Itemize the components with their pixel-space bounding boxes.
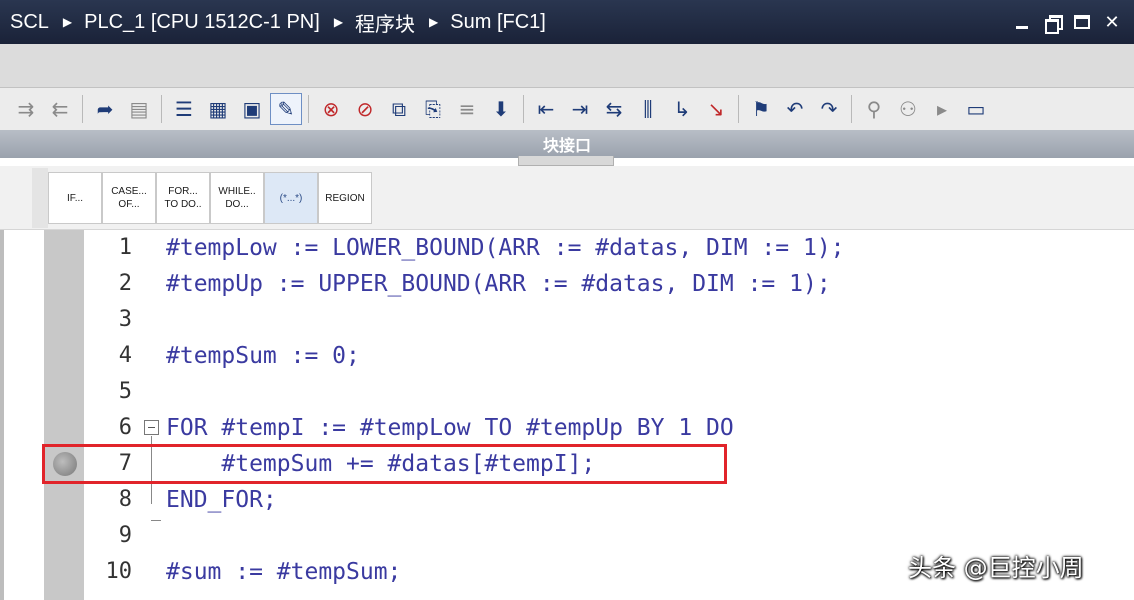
step-out-icon[interactable]: ↘ [700, 93, 732, 125]
chevron-right-icon: ▶ [333, 15, 344, 29]
clear-breakpoint-icon[interactable]: ⊗ [315, 93, 347, 125]
flag-icon[interactable]: ⚑ [745, 93, 777, 125]
insert-network-icon[interactable]: ⇉ [10, 93, 42, 125]
delete-network-icon[interactable]: ⇇ [44, 93, 76, 125]
minimize-icon [1016, 25, 1028, 29]
watermark: 头条 @巨控小周 [908, 554, 1084, 582]
indent-right-icon[interactable]: ⇥ [564, 93, 596, 125]
maximize-icon [1074, 15, 1090, 29]
line-number: 5 [118, 379, 132, 404]
window-controls: ✕ [1012, 12, 1134, 34]
step-icon[interactable]: ↳ [666, 93, 698, 125]
line-number: 4 [118, 343, 132, 368]
breadcrumb-block[interactable]: Sum [FC1] [450, 11, 546, 34]
more-icon[interactable]: ▸ [926, 93, 958, 125]
copy-icon[interactable]: ⧉ [383, 93, 415, 125]
upper-panel [0, 44, 1134, 88]
code-text[interactable]: #tempSum := 0; [166, 338, 360, 374]
next-error-icon[interactable]: ↷ [813, 93, 845, 125]
restore-icon [1045, 15, 1063, 34]
comment-icon[interactable]: ⇆ [598, 93, 630, 125]
code-text[interactable]: FOR #tempI := #tempLow TO #tempUp BY 1 D… [166, 410, 734, 446]
line-number: 6 [118, 415, 132, 440]
highlight-box [42, 444, 727, 484]
template-bar-margin [32, 168, 48, 228]
display-options-icon[interactable]: ▤ [123, 93, 155, 125]
close-icon: ✕ [1104, 11, 1120, 32]
line-number: 9 [118, 523, 132, 548]
code-line[interactable]: 1 #tempLow := LOWER_BOUND(ARR := #datas,… [0, 230, 1134, 266]
code-line[interactable]: 8 END_FOR; [0, 482, 1134, 518]
settings-panel-icon[interactable]: ▭ [960, 93, 992, 125]
indent-left-icon[interactable]: ⇤ [530, 93, 562, 125]
breadcrumb-scl[interactable]: SCL [10, 11, 49, 34]
monitor-icon[interactable]: ⚇ [892, 93, 924, 125]
template-for[interactable]: FOR... TO DO.. [156, 172, 210, 224]
template-list: IF... CASE... OF... FOR... TO DO.. WHILE… [48, 172, 372, 224]
paste-icon[interactable]: ⎘ [417, 93, 449, 125]
line-number: 10 [105, 559, 133, 584]
delete-breakpoint-icon[interactable]: ⊘ [349, 93, 381, 125]
block-interface-bar[interactable]: 块接口 [0, 130, 1134, 158]
align-icon[interactable]: ⫼ [632, 93, 664, 125]
format-icon[interactable]: ≡ [451, 93, 483, 125]
toolbar-divider [738, 95, 739, 123]
previous-error-icon[interactable]: ↶ [779, 93, 811, 125]
line-number: 8 [118, 487, 132, 512]
code-text[interactable]: END_FOR; [166, 482, 277, 518]
absolute-operand-icon[interactable]: ▣ [236, 93, 268, 125]
code-text[interactable]: #sum := #tempSum; [166, 554, 401, 590]
go-to-icon[interactable]: ➦ [89, 93, 121, 125]
close-button[interactable]: ✕ [1102, 12, 1122, 32]
template-region[interactable]: REGION [318, 172, 372, 224]
bookmark-icon[interactable]: ▦ [202, 93, 234, 125]
list-icon[interactable]: ☰ [168, 93, 200, 125]
find-icon[interactable]: ⚲ [858, 93, 890, 125]
code-line[interactable]: 2 #tempUp := UPPER_BOUND(ARR := #datas, … [0, 266, 1134, 302]
toolbar-divider [161, 95, 162, 123]
line-number: 3 [118, 307, 132, 332]
chevron-right-icon: ▶ [429, 15, 439, 29]
toolbar-divider [308, 95, 309, 123]
code-line[interactable]: 4 #tempSum := 0; [0, 338, 1134, 374]
template-if[interactable]: IF... [48, 172, 102, 224]
breadcrumb-plc[interactable]: PLC_1 [CPU 1512C-1 PN] [84, 11, 320, 34]
code-line[interactable]: 3 [0, 302, 1134, 338]
title-bar: SCL ▶ PLC_1 [CPU 1512C-1 PN] ▶ 程序块 ▶ Sum… [0, 0, 1134, 44]
instruction-templates-bar: IF... CASE... OF... FOR... TO DO.. WHILE… [0, 166, 1134, 230]
chevron-right-icon: ▶ [62, 15, 73, 29]
code-text[interactable]: #tempUp := UPPER_BOUND(ARR := #datas, DI… [166, 266, 831, 302]
template-while[interactable]: WHILE.. DO... [210, 172, 264, 224]
toolbar-divider [523, 95, 524, 123]
block-interface-label: 块接口 [542, 136, 591, 155]
minimize-button[interactable] [1012, 12, 1032, 32]
splitter-handle[interactable] [518, 156, 614, 166]
code-line[interactable]: 5 [0, 374, 1134, 410]
line-number: 1 [118, 235, 132, 260]
line-number: 2 [118, 271, 132, 296]
maximize-button[interactable] [1072, 12, 1092, 32]
toolbar-divider [851, 95, 852, 123]
code-text[interactable]: #tempLow := LOWER_BOUND(ARR := #datas, D… [166, 230, 845, 266]
editor-toolbar: ⇉ ⇇ ➦ ▤ ☰ ▦ ▣ ✎ ⊗ ⊘ ⧉ ⎘ ≡ ⬇ ⇤ ⇥ ⇆ ⫼ ↳ ↘ … [0, 88, 1134, 130]
collapse-icon[interactable] [144, 420, 159, 435]
code-line[interactable]: 6 FOR #tempI := #tempLow TO #tempUp BY 1… [0, 410, 1134, 446]
download-icon[interactable]: ⬇ [485, 93, 517, 125]
breadcrumb: SCL ▶ PLC_1 [CPU 1512C-1 PN] ▶ 程序块 ▶ Sum… [0, 8, 1012, 37]
templates-icon[interactable]: ✎ [270, 93, 302, 125]
restore-button[interactable] [1042, 12, 1063, 34]
template-comment[interactable]: (*...*) [264, 172, 318, 224]
template-case[interactable]: CASE... OF... [102, 172, 156, 224]
toolbar-divider [82, 95, 83, 123]
code-editor[interactable]: 1 #tempLow := LOWER_BOUND(ARR := #datas,… [0, 230, 1134, 600]
breadcrumb-program-blocks[interactable]: 程序块 [355, 8, 415, 37]
